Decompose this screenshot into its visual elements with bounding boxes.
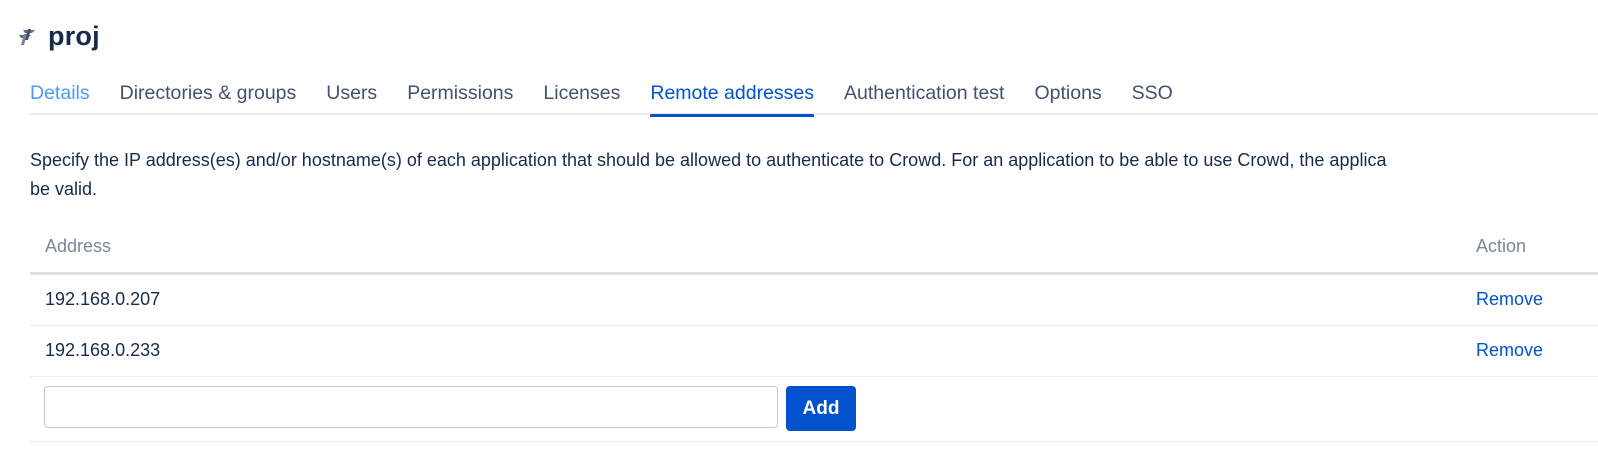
- tab-users[interactable]: Users: [326, 78, 377, 114]
- page-description: Specify the IP address(es) and/or hostna…: [30, 146, 1598, 204]
- add-address-row: Add: [30, 377, 1598, 442]
- tab-permissions[interactable]: Permissions: [407, 78, 513, 114]
- tab-licenses[interactable]: Licenses: [543, 78, 620, 114]
- table-header: Address Action: [30, 226, 1598, 275]
- table-row: 192.168.0.207 Remove: [30, 275, 1598, 326]
- remote-addresses-table: Address Action 192.168.0.207 Remove 192.…: [30, 226, 1598, 442]
- description-line-2: be valid.: [30, 179, 98, 199]
- address-input[interactable]: [44, 386, 778, 428]
- tab-directories-groups[interactable]: Directories & groups: [120, 78, 297, 114]
- tab-authentication-test[interactable]: Authentication test: [844, 78, 1004, 114]
- table-row: 192.168.0.233 Remove: [30, 326, 1598, 377]
- column-header-action: Action: [1476, 236, 1527, 256]
- column-header-address: Address: [45, 236, 112, 256]
- page-title: proj: [48, 20, 100, 51]
- tab-sso[interactable]: SSO: [1132, 78, 1173, 114]
- address-cell: 192.168.0.233: [45, 340, 161, 360]
- add-button[interactable]: Add: [786, 386, 856, 431]
- app-header: proj: [14, 18, 100, 54]
- crowd-app-icon: [14, 24, 38, 48]
- tab-remote-addresses[interactable]: Remote addresses: [650, 78, 814, 117]
- tab-options[interactable]: Options: [1034, 78, 1101, 114]
- remove-link[interactable]: Remove: [1476, 289, 1543, 310]
- tab-details[interactable]: Details: [30, 78, 90, 114]
- page: proj Details Directories & groups Users …: [0, 0, 1598, 464]
- address-cell: 192.168.0.207: [45, 289, 161, 309]
- tab-bar: Details Directories & groups Users Permi…: [30, 78, 1598, 117]
- description-line-1: Specify the IP address(es) and/or hostna…: [30, 150, 1387, 170]
- remove-link[interactable]: Remove: [1476, 340, 1543, 361]
